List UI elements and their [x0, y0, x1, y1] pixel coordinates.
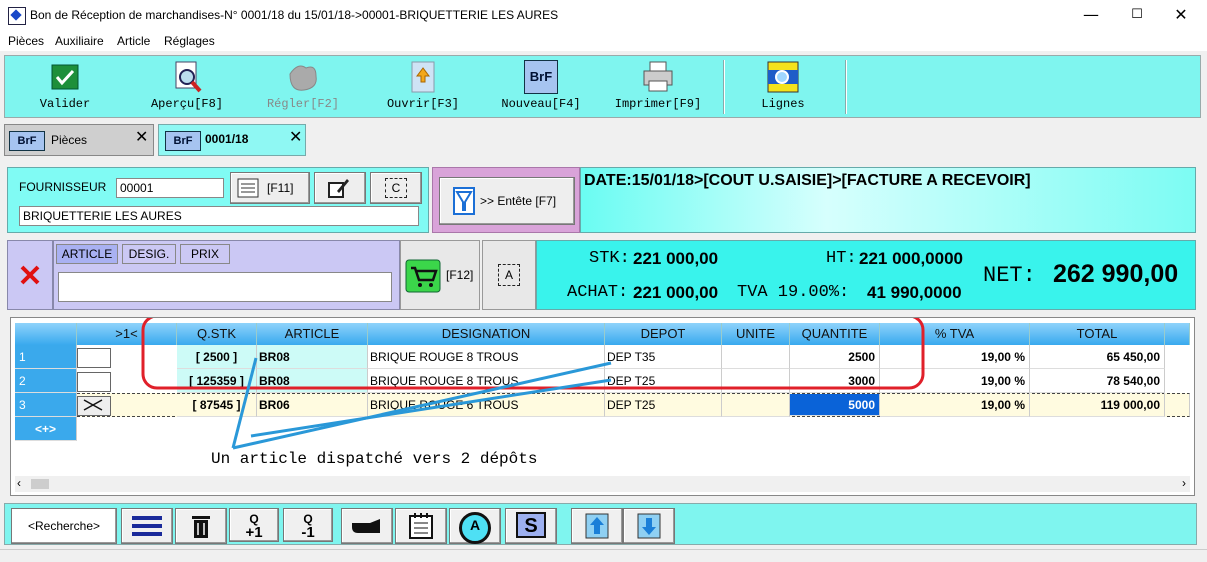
- validate-button[interactable]: Valider: [21, 56, 109, 116]
- supplier-list-button[interactable]: [F11]: [230, 172, 310, 204]
- move-down-button[interactable]: [623, 508, 675, 544]
- supplier-code-input[interactable]: 00001: [116, 178, 224, 198]
- article-search-input[interactable]: [58, 272, 392, 302]
- tab-close-icon[interactable]: ✕: [135, 127, 148, 147]
- lines-button[interactable]: Lignes: [745, 56, 821, 116]
- edit-icon: [328, 179, 349, 198]
- menu-article[interactable]: Article: [117, 34, 150, 48]
- hand-point-icon: [352, 519, 380, 533]
- open-button[interactable]: Ouvrir[F3]: [377, 56, 469, 116]
- delete-button[interactable]: [175, 508, 227, 544]
- payment-button[interactable]: Régler[F2]: [255, 56, 351, 116]
- scroll-left-icon[interactable]: ‹: [17, 476, 21, 490]
- supplier-label: FOURNISSEUR: [19, 180, 107, 194]
- preview-button[interactable]: Aperçu[F8]: [137, 56, 237, 116]
- notepad-button[interactable]: [395, 508, 447, 544]
- a-icon: A: [498, 264, 520, 286]
- menu-lines-button[interactable]: [121, 508, 173, 544]
- preview-icon: [175, 61, 202, 93]
- toolbar-separator: [723, 60, 725, 114]
- quantity-minus-button[interactable]: Q -1: [283, 508, 333, 542]
- add-to-cart-button[interactable]: [F12]: [400, 240, 480, 310]
- tva-value: 41 990,0000: [867, 283, 962, 302]
- minimize-button[interactable]: —: [1076, 4, 1106, 26]
- arrow-up-icon: [585, 513, 609, 539]
- menu-bar: Pièces Auxiliaire Article Réglages: [0, 31, 1207, 51]
- maximize-button[interactable]: ☐: [1122, 4, 1152, 26]
- edit-supplier-button[interactable]: [314, 172, 366, 204]
- magnify-icon: A: [459, 512, 491, 544]
- pointer-button[interactable]: [341, 508, 393, 544]
- print-button[interactable]: Imprimer[F9]: [603, 56, 713, 116]
- chip-desig[interactable]: DESIG.: [122, 244, 176, 264]
- search-button[interactable]: <Recherche>: [11, 508, 117, 544]
- notepad-icon: [409, 513, 433, 539]
- payment-icon: [289, 65, 317, 91]
- title-bar: Bon de Réception de marchandises-N° 0001…: [0, 0, 1207, 31]
- trash-icon: [192, 516, 210, 538]
- tab-close-icon[interactable]: ✕: [289, 127, 302, 147]
- annotation-overlay: [141, 318, 925, 450]
- chip-article[interactable]: ARTICLE: [56, 244, 118, 264]
- validate-icon: [51, 64, 79, 90]
- hamburger-icon: [132, 516, 162, 536]
- supplier-name-input[interactable]: BRIQUETTERIE LES AURES: [19, 206, 419, 226]
- lines-icon: [767, 61, 799, 93]
- horizontal-scrollbar[interactable]: ‹ ›: [15, 476, 1190, 492]
- achat-value: 221 000,00: [633, 283, 719, 302]
- document-info-panel: DATE:15/01/18>[COUT U.SAISIE]>[FACTURE A…: [580, 167, 1196, 233]
- stk-value: 221 000,00: [633, 249, 719, 268]
- s-button[interactable]: S: [505, 508, 557, 544]
- delete-x-icon[interactable]: [19, 264, 41, 286]
- entete-button[interactable]: >> Entête [F7]: [439, 177, 575, 225]
- c-icon: C: [385, 178, 407, 198]
- bottom-toolbar: <Recherche> Q +1 Q -1 A S: [4, 503, 1197, 545]
- window-title: Bon de Réception de marchandises-N° 0001…: [30, 8, 559, 22]
- toolbar-separator: [845, 60, 847, 114]
- article-search-panel: ARTICLE DESIG. PRIX: [53, 240, 400, 310]
- new-icon: BrF: [524, 60, 558, 94]
- date-info: DATE:15/01/18>[COUT U.SAISIE]>[FACTURE A…: [584, 172, 1031, 189]
- brf-icon: BrF: [9, 131, 45, 151]
- supplier-panel: FOURNISSEUR 00001 BRIQUETTERIE LES AURES…: [7, 167, 429, 233]
- main-toolbar: Valider Aperçu[F8] Régler[F2] Ouvrir[F3]…: [4, 55, 1201, 118]
- funnel-icon: [453, 187, 475, 215]
- lines-grid: >1< Q.STK ARTICLE DESIGNATION DEPOT UNIT…: [10, 317, 1195, 496]
- list-icon: [237, 178, 259, 198]
- open-icon: [411, 61, 435, 93]
- net-value: 262 990,00: [1053, 260, 1179, 288]
- move-up-button[interactable]: [571, 508, 623, 544]
- scroll-thumb[interactable]: [31, 479, 49, 489]
- search-a-button[interactable]: A: [449, 508, 501, 544]
- highlight-frame: [141, 318, 925, 390]
- s-icon: S: [516, 512, 546, 538]
- status-bar: [0, 549, 1207, 562]
- arrow-line: [232, 361, 612, 450]
- close-button[interactable]: ✕: [1166, 4, 1196, 26]
- quantity-plus-button[interactable]: Q +1: [229, 508, 279, 542]
- chip-prix[interactable]: PRIX: [180, 244, 230, 264]
- menu-reglages[interactable]: Réglages: [164, 34, 215, 48]
- cart-icon: [405, 259, 441, 293]
- menu-auxiliaire[interactable]: Auxiliaire: [55, 34, 104, 48]
- new-button[interactable]: BrF Nouveau[F4]: [491, 56, 591, 116]
- arrow-down-icon: [637, 513, 661, 539]
- scroll-right-icon[interactable]: ›: [1182, 476, 1186, 490]
- entete-panel: >> Entête [F7]: [432, 167, 580, 233]
- article-a-button[interactable]: A: [482, 240, 536, 310]
- printer-icon: [643, 61, 673, 92]
- ht-value: 221 000,0000: [859, 249, 963, 268]
- supplier-c-button[interactable]: C: [370, 172, 422, 204]
- tab-pieces[interactable]: BrF Pièces ✕: [4, 124, 154, 156]
- app-icon: [8, 7, 26, 25]
- tab-document[interactable]: BrF 0001/18 ✕: [158, 124, 306, 156]
- delete-line-panel: [7, 240, 53, 310]
- annotation-text: Un article dispatché vers 2 dépôts: [211, 450, 538, 468]
- brf-icon: BrF: [165, 131, 201, 151]
- menu-pieces[interactable]: Pièces: [8, 34, 44, 48]
- totals-panel: STK: 221 000,00 HT: 221 000,0000 ACHAT: …: [536, 240, 1196, 310]
